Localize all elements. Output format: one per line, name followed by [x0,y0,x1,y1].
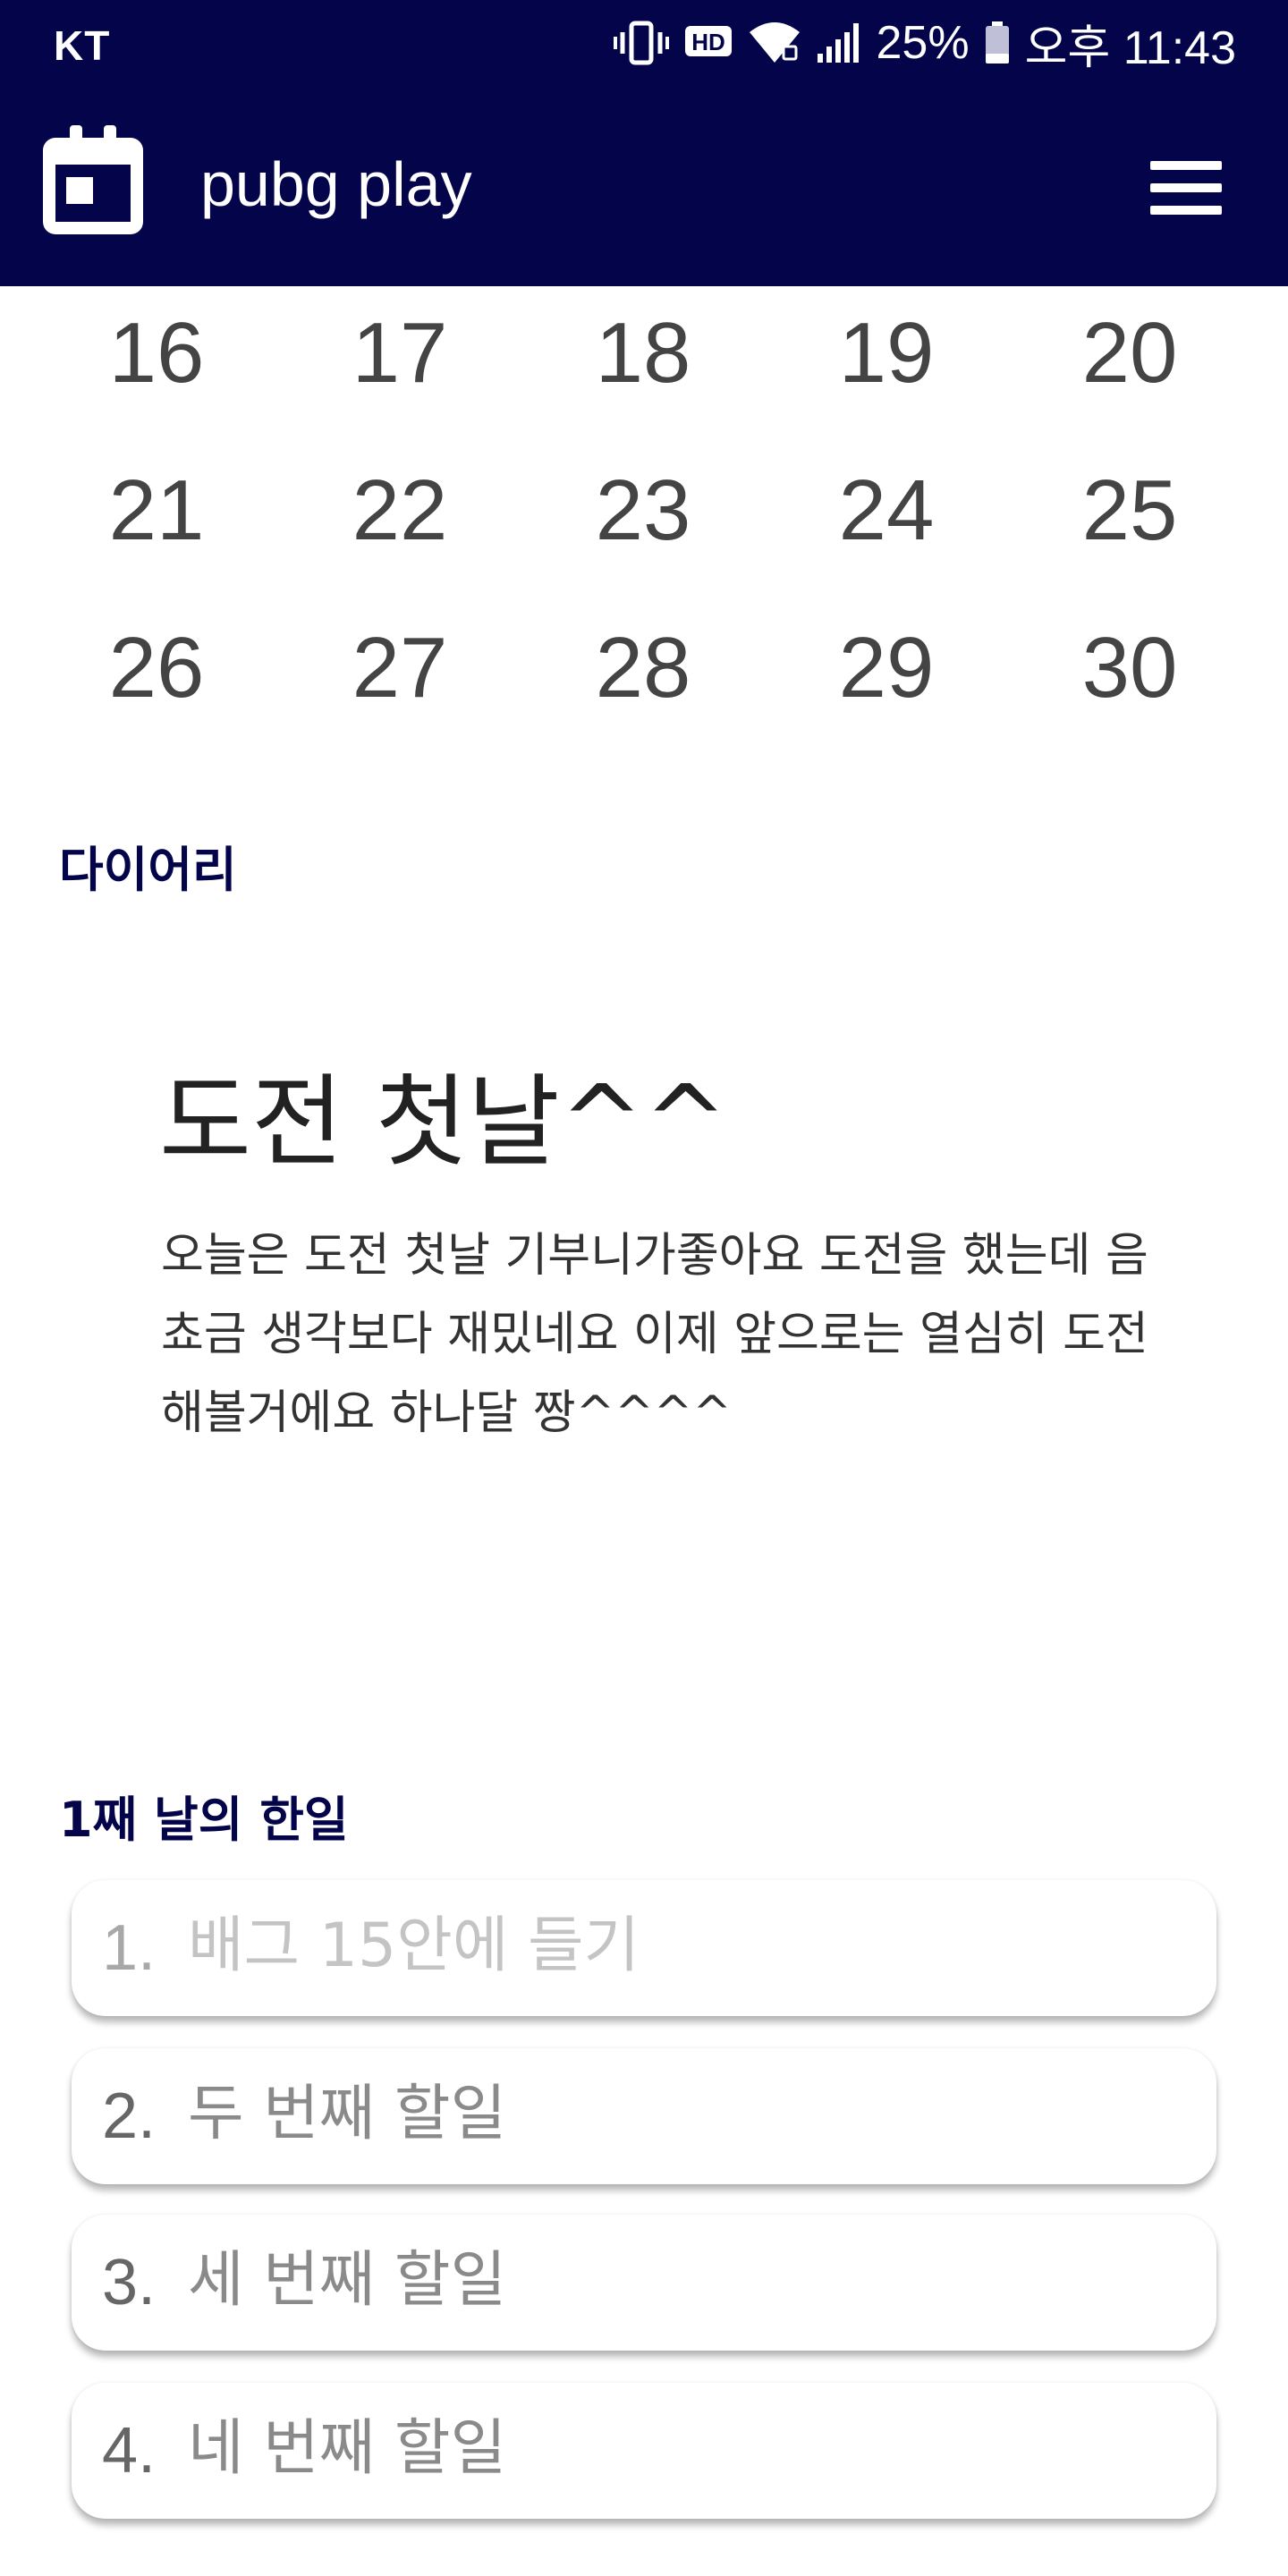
todo-number: 2. [102,2080,157,2152]
calendar-day[interactable]: 17 [310,304,489,402]
calendar-icon[interactable] [43,125,143,234]
calendar-week-row: 26 27 28 29 30 [0,601,1288,758]
calendar-week-row: 16 17 18 19 20 [0,286,1288,444]
vibrate-icon [613,21,669,65]
diary-body[interactable]: 오늘은 도전 첫날 기부니가좋아요 도전을 했는데 음 쵸금 생각보다 재밌네요… [161,1216,1154,1453]
calendar-day[interactable]: 18 [554,304,733,402]
app-header: KT HD 25% 오후 11:43 pubg play [0,0,1288,286]
app-title: pubg play [200,149,472,219]
status-bar: KT HD 25% 오후 11:43 [0,0,1288,89]
calendar-day[interactable]: 29 [797,619,976,717]
battery-percent: 25% [876,17,970,69]
todo-text[interactable]: 세 번째 할일 [188,2243,506,2318]
todo-item-4[interactable]: 4. 네 번째 할일 [72,2383,1216,2519]
calendar-day[interactable]: 23 [554,462,733,560]
hamburger-menu-icon[interactable] [1145,157,1227,218]
calendar-day[interactable]: 25 [1040,462,1219,560]
todo-item-2[interactable]: 2. 두 번째 할일 [72,2048,1216,2184]
status-icons: HD 25% 오후 11:43 [613,14,1236,74]
clock: 오후 11:43 [1024,21,1236,74]
signal-icon [816,21,862,64]
todo-number: 3. [102,2247,157,2318]
calendar-day[interactable]: 16 [67,304,246,402]
calendar-day[interactable]: 26 [67,619,246,717]
calendar-day[interactable]: 22 [310,462,489,560]
todo-number: 1. [102,1912,157,1984]
calendar-day[interactable]: 21 [67,462,246,560]
calendar-day[interactable]: 20 [1040,304,1219,402]
diary-section-label: 다이어리 [59,842,237,898]
todo-text[interactable]: 배그 15안에 들기 [188,1909,640,1984]
todo-text[interactable]: 두 번째 할일 [188,2077,506,2152]
diary-title[interactable]: 도전 첫날^^ [159,1064,727,1181]
todo-item-3[interactable]: 3. 세 번째 할일 [72,2215,1216,2351]
calendar-day[interactable]: 27 [310,619,489,717]
todo-number: 4. [102,2415,157,2487]
carrier-label: KT [54,22,111,69]
wifi-icon [748,21,801,64]
todo-text[interactable]: 네 번째 할일 [188,2411,506,2487]
calendar-day[interactable]: 19 [797,304,976,402]
app-bar: pubg play [0,89,1288,286]
calendar-day[interactable]: 30 [1040,619,1219,717]
hd-icon-label: HD [691,29,725,55]
todo-item-1[interactable]: 1. 배그 15안에 들기 [72,1880,1216,2016]
calendar-day[interactable]: 24 [797,462,976,560]
calendar-day[interactable]: 28 [554,619,733,717]
hd-icon: HD [683,24,733,62]
todo-section-label: 1째 날의 한일 [59,1792,349,1848]
battery-icon [984,21,1011,65]
calendar-week-row: 21 22 23 24 25 [0,444,1288,601]
